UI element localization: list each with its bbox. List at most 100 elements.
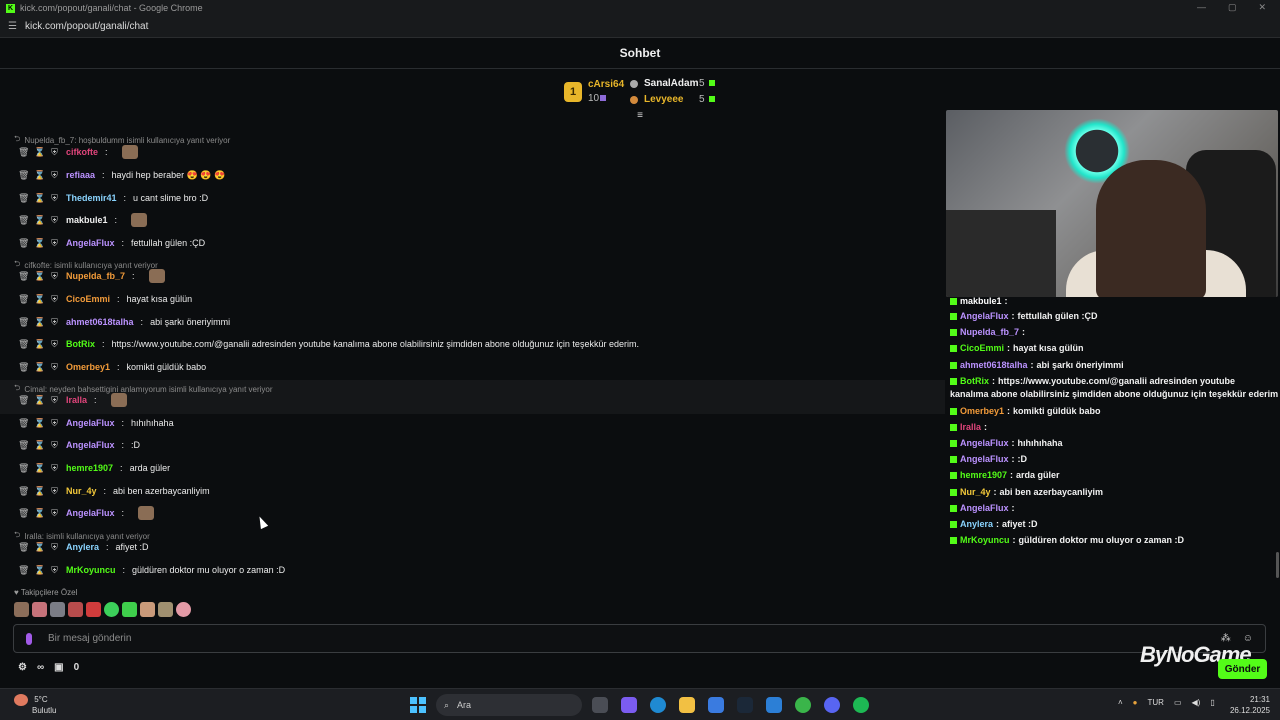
delete-icon[interactable]: 🗑 [18, 238, 29, 249]
timeout-icon[interactable]: ⌛ [34, 170, 45, 181]
username[interactable]: ahmet0618talha [66, 317, 134, 327]
delete-icon[interactable]: 🗑 [18, 508, 29, 519]
delete-icon[interactable]: 🗑 [18, 193, 29, 204]
ban-icon[interactable]: ⛨ [50, 395, 59, 406]
ban-icon[interactable]: ⛨ [50, 440, 59, 451]
leader-second-name[interactable]: SanalAdam [644, 78, 698, 89]
discord-icon[interactable] [824, 697, 840, 713]
username[interactable]: AngelaFlux [66, 418, 115, 428]
username[interactable]: AngelaFlux [66, 508, 115, 518]
timeout-icon[interactable]: ⌛ [34, 193, 45, 204]
steam-icon[interactable] [737, 697, 753, 713]
ban-icon[interactable]: ⛨ [50, 271, 59, 282]
timeout-icon[interactable]: ⌛ [34, 508, 45, 519]
username[interactable]: cifkofte [66, 147, 98, 157]
username[interactable]: Nupelda_fb_7 [66, 271, 125, 281]
username[interactable]: Omerbey1 [66, 362, 110, 372]
emote[interactable] [86, 602, 101, 617]
timeout-icon[interactable]: ⌛ [34, 362, 45, 373]
ban-icon[interactable]: ⛨ [50, 418, 59, 429]
timeout-icon[interactable]: ⌛ [34, 294, 45, 305]
close-icon[interactable]: ✕ [1258, 2, 1266, 13]
emote[interactable] [14, 602, 29, 617]
username[interactable]: MrKoyuncu [66, 565, 116, 575]
username[interactable]: BotRix [66, 339, 95, 349]
scrollbar[interactable] [1276, 552, 1279, 578]
store-icon[interactable] [708, 697, 724, 713]
delete-icon[interactable]: 🗑 [18, 542, 29, 553]
tray-chevron-icon[interactable]: ˄ [1118, 698, 1123, 707]
users-icon[interactable]: ∞ [37, 662, 44, 673]
emote[interactable] [50, 602, 65, 617]
timeout-icon[interactable]: ⌛ [34, 542, 45, 553]
delete-icon[interactable]: 🗑 [18, 395, 29, 406]
ban-icon[interactable]: ⛨ [50, 486, 59, 497]
delete-icon[interactable]: 🗑 [18, 362, 29, 373]
delete-icon[interactable]: 🗑 [18, 486, 29, 497]
file-explorer-icon[interactable] [679, 697, 695, 713]
timeout-icon[interactable]: ⌛ [34, 271, 45, 282]
delete-icon[interactable]: 🗑 [18, 339, 29, 350]
language-indicator[interactable]: TUR [1148, 698, 1164, 707]
ban-icon[interactable]: ⛨ [50, 362, 59, 373]
emote[interactable] [176, 602, 191, 617]
gift-icon[interactable]: ▣ [54, 662, 63, 673]
settings-icon[interactable]: ⚙ [18, 662, 27, 673]
emote[interactable] [158, 602, 173, 617]
username[interactable]: CicoEmmi [66, 294, 110, 304]
delete-icon[interactable]: 🗑 [18, 170, 29, 181]
username[interactable]: AngelaFlux [66, 440, 115, 450]
mail-icon[interactable] [766, 697, 782, 713]
ban-icon[interactable]: ⛨ [50, 147, 59, 158]
start-button[interactable] [410, 697, 426, 713]
username[interactable]: Anylera [66, 542, 99, 552]
weather-widget[interactable]: 5°C Bulutlu [14, 694, 56, 715]
address-bar[interactable]: ☰ kick.com/popout/ganali/chat [0, 16, 1280, 38]
site-info-icon[interactable]: ☰ [8, 21, 17, 32]
emote[interactable] [104, 602, 119, 617]
username[interactable]: Iralla [66, 395, 87, 405]
username[interactable]: makbule1 [66, 215, 108, 225]
emote[interactable] [68, 602, 83, 617]
mic-icon[interactable] [26, 632, 32, 645]
delete-icon[interactable]: 🗑 [18, 565, 29, 576]
copilot-icon[interactable] [621, 697, 637, 713]
ban-icon[interactable]: ⛨ [50, 170, 59, 181]
timeout-icon[interactable]: ⌛ [34, 238, 45, 249]
clock[interactable]: 21:31 26.12.2025 [1230, 694, 1270, 716]
delete-icon[interactable]: 🗑 [18, 271, 29, 282]
delete-icon[interactable]: 🗑 [18, 147, 29, 158]
delete-icon[interactable]: 🗑 [18, 440, 29, 451]
timeout-icon[interactable]: ⌛ [34, 215, 45, 226]
chat-input[interactable]: Bir mesaj gönderin ⁂ ☺ [13, 624, 1266, 653]
ban-icon[interactable]: ⛨ [50, 193, 59, 204]
send-button[interactable]: Gönder [1218, 659, 1267, 679]
spotify-icon[interactable] [853, 697, 869, 713]
ban-icon[interactable]: ⛨ [50, 463, 59, 474]
emote[interactable] [140, 602, 155, 617]
minimize-icon[interactable]: — [1197, 2, 1206, 13]
emote[interactable] [32, 602, 47, 617]
edge-icon[interactable] [650, 697, 666, 713]
leader-first-name[interactable]: cArsi64 [588, 79, 624, 90]
delete-icon[interactable]: 🗑 [18, 215, 29, 226]
timeout-icon[interactable]: ⌛ [34, 418, 45, 429]
timeout-icon[interactable]: ⌛ [34, 395, 45, 406]
timeout-icon[interactable]: ⌛ [34, 463, 45, 474]
volume-icon[interactable]: ◀) [1192, 698, 1201, 707]
leader-third-name[interactable]: Levyeee [644, 94, 683, 105]
username[interactable]: refiaaa [66, 170, 95, 180]
username[interactable]: Thedemir41 [66, 193, 117, 203]
username[interactable]: Nur_4y [66, 486, 97, 496]
delete-icon[interactable]: 🗑 [18, 418, 29, 429]
ban-icon[interactable]: ⛨ [50, 294, 59, 305]
timeout-icon[interactable]: ⌛ [34, 317, 45, 328]
timeout-icon[interactable]: ⌛ [34, 486, 45, 497]
ban-icon[interactable]: ⛨ [50, 339, 59, 350]
ban-icon[interactable]: ⛨ [50, 508, 59, 519]
delete-icon[interactable]: 🗑 [18, 463, 29, 474]
delete-icon[interactable]: 🗑 [18, 294, 29, 305]
delete-icon[interactable]: 🗑 [18, 317, 29, 328]
ban-icon[interactable]: ⛨ [50, 542, 59, 553]
username[interactable]: AngelaFlux [66, 238, 115, 248]
